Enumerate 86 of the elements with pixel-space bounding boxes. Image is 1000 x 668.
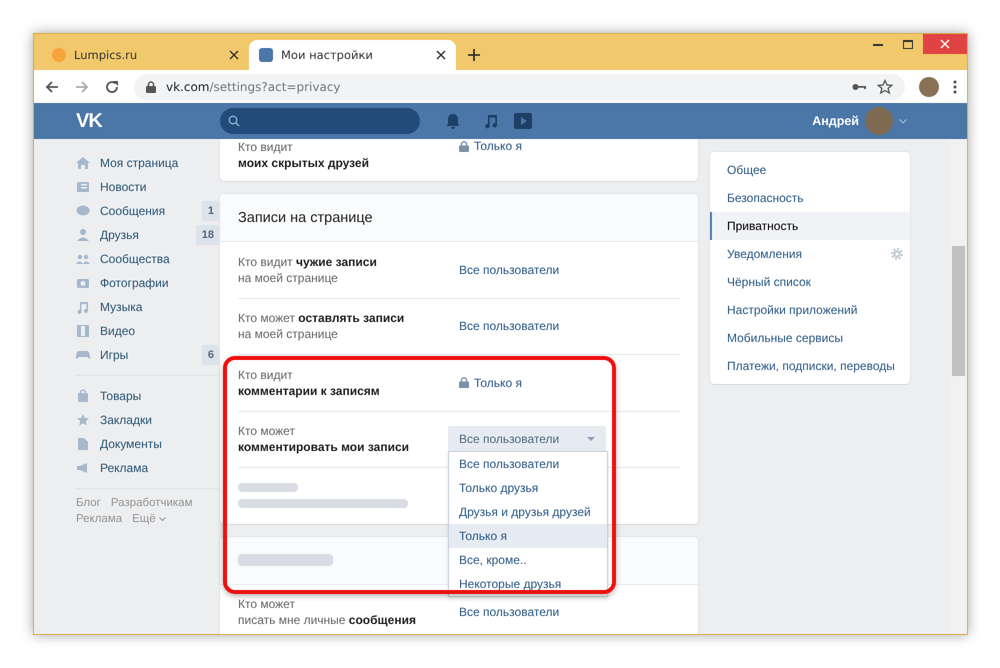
user-avatar: [865, 107, 893, 135]
sidebar-item[interactable]: Закладки: [100, 413, 220, 427]
settings-menu-item[interactable]: Уведомления: [710, 240, 910, 268]
dropdown-option[interactable]: Только я: [449, 524, 607, 548]
person-icon: [76, 228, 90, 242]
privacy-value[interactable]: Все пользователи: [459, 262, 560, 277]
caret-icon: [899, 118, 907, 124]
home-icon: [76, 156, 90, 170]
setting-label: Кто видит чужие записи на моей странице: [238, 254, 378, 286]
browser-tab[interactable]: Lumpics.ru: [42, 40, 249, 70]
lock-icon: [459, 377, 469, 388]
gamepad-icon: [76, 348, 90, 362]
settings-menu-item[interactable]: Мобильные сервисы: [710, 324, 910, 352]
setting-label: Кто может оставлять записи на моей странице: [238, 310, 406, 342]
megaphone-icon: [76, 461, 90, 475]
dropdown-option[interactable]: Все пользователи: [449, 452, 607, 476]
settings-menu-item[interactable]: Платежи, подписки, переводы: [710, 352, 910, 380]
browser-tab[interactable]: Мои настройки: [249, 40, 456, 70]
sidebar-item[interactable]: Музыка: [100, 300, 220, 314]
caret-icon: [587, 436, 595, 441]
chat-icon: [76, 204, 90, 218]
section-title: Записи на странице: [238, 210, 373, 226]
dropdown-option[interactable]: Все, кроме..: [449, 548, 607, 572]
settings-menu-item[interactable]: Общее: [710, 156, 910, 184]
scrollbar[interactable]: [950, 139, 967, 634]
back-arrow-icon[interactable]: [44, 78, 60, 94]
close-tab-icon[interactable]: [229, 50, 239, 60]
search-field[interactable]: [220, 108, 420, 134]
sidebar-item[interactable]: Друзья: [100, 228, 186, 242]
camera-icon: [76, 276, 90, 290]
reload-icon[interactable]: [104, 78, 120, 94]
dropdown-option[interactable]: Только друзья: [449, 476, 607, 500]
sidebar-item[interactable]: Товары: [100, 389, 220, 403]
counter-badge: 18: [196, 225, 220, 245]
address-bar[interactable]: vk.com/settings?act=privacy: [134, 74, 905, 100]
sidebar-item[interactable]: Сообщения: [100, 204, 192, 218]
menu-icon[interactable]: [953, 80, 957, 94]
privacy-value[interactable]: Все пользователи: [459, 319, 560, 334]
setting-label: Кто видит комментарии к записям: [238, 366, 381, 399]
privacy-dropdown[interactable]: Все пользователи: [448, 426, 606, 452]
star-icon[interactable]: [877, 78, 893, 94]
privacy-value[interactable]: Все пользователи: [459, 605, 560, 620]
sidebar-item[interactable]: Видео: [100, 324, 220, 338]
music-note-icon: [76, 300, 90, 314]
film-icon: [76, 324, 90, 338]
counter-badge: 1: [202, 201, 220, 221]
counter-badge: 6: [202, 345, 220, 365]
setting-label: Кто может писать мне личные сообщения: [238, 596, 417, 628]
profile-avatar[interactable]: [919, 76, 939, 96]
dropdown-option[interactable]: Друзья и друзья друзей: [449, 500, 607, 524]
maximize-icon[interactable]: [903, 40, 913, 48]
search-icon: [228, 115, 240, 127]
setting-label: Кто может комментировать мои записи: [238, 423, 410, 456]
dropdown-option[interactable]: Некоторые друзья: [449, 572, 607, 596]
lock-icon: [146, 80, 156, 92]
site-logo[interactable]: VK: [76, 110, 102, 132]
star-icon: [76, 413, 90, 427]
address-text: vk.com/settings?act=privacy: [166, 80, 341, 94]
privacy-value[interactable]: Только я: [459, 376, 522, 390]
sidebar-item[interactable]: Моя страница: [100, 156, 220, 170]
close-icon[interactable]: [940, 39, 950, 49]
sidebar-item[interactable]: Игры: [100, 348, 192, 362]
settings-menu-item[interactable]: Чёрный список: [710, 268, 910, 296]
privacy-value[interactable]: Только я: [459, 139, 522, 153]
lock-icon: [459, 140, 469, 152]
new-tab-icon[interactable]: [468, 49, 480, 61]
caret-icon: [158, 517, 166, 521]
minimize-icon[interactable]: [873, 42, 883, 46]
sidebar-item[interactable]: Документы: [100, 437, 220, 451]
user-menu[interactable]: Андрей: [812, 107, 907, 135]
blurred-text-bar: [238, 483, 298, 492]
sidebar-item[interactable]: Реклама: [100, 461, 220, 475]
vk-favicon-icon: [259, 48, 273, 62]
settings-menu-item[interactable]: Приватность: [710, 212, 910, 240]
people-icon: [76, 252, 90, 266]
sidebar-item[interactable]: Сообщества: [100, 252, 220, 266]
settings-menu-item[interactable]: Настройки приложений: [710, 296, 910, 324]
settings-menu-item[interactable]: Безопасность: [710, 184, 910, 212]
news-icon: [76, 180, 90, 194]
sidebar-item[interactable]: Новости: [100, 180, 220, 194]
bag-icon: [76, 389, 90, 403]
document-icon: [76, 437, 90, 451]
site-favicon-icon: [52, 48, 66, 62]
sidebar-item[interactable]: Фотографии: [100, 276, 220, 290]
close-tab-icon[interactable]: [436, 50, 446, 60]
setting-label: Кто видит моих скрытых друзей: [238, 139, 370, 171]
